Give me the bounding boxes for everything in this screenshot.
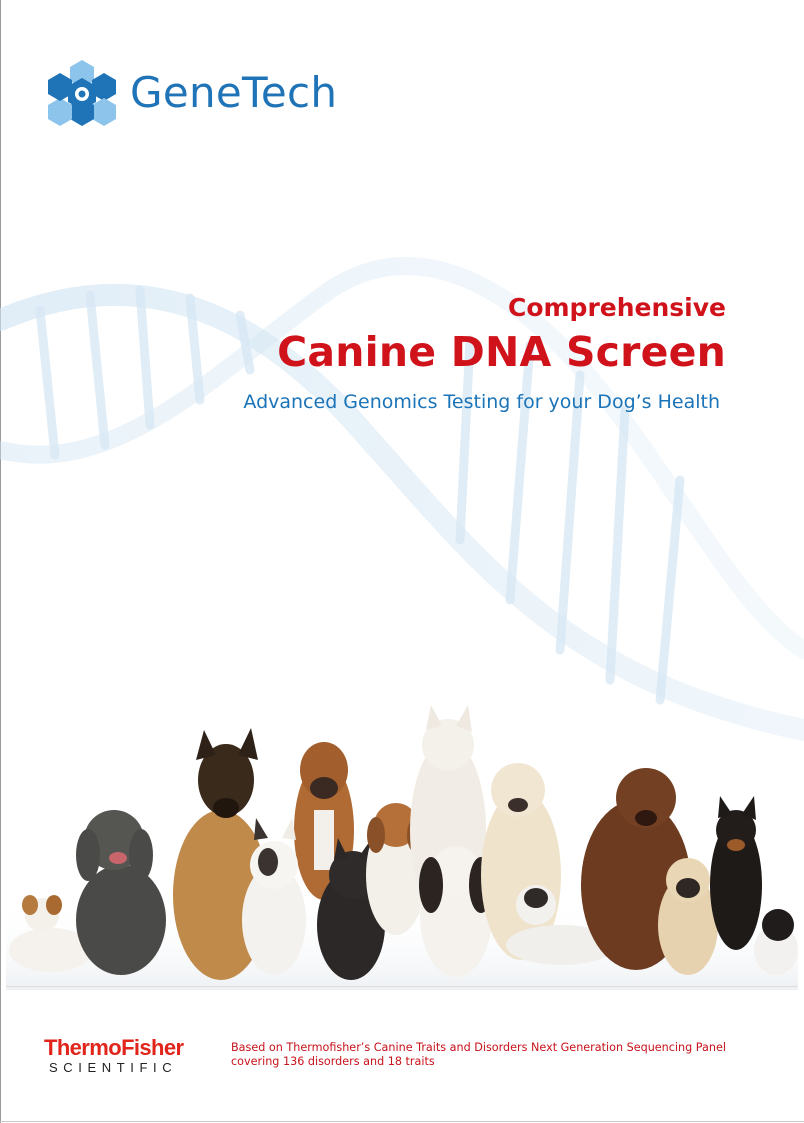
cover-subtitle: Comprehensive [507, 293, 726, 322]
dog-pinscher [710, 796, 762, 950]
thermofisher-logo: ThermoFisher SCIENTIFIC [44, 1036, 214, 1076]
panel-note-line-1: Based on Thermofisher’s Canine Traits an… [231, 1041, 726, 1054]
cover-tagline: Advanced Genomics Testing for your Dog’s… [243, 391, 720, 413]
panel-note-line-2: covering 136 disorders and 18 traits [231, 1055, 435, 1068]
dog-pug [658, 858, 718, 975]
dogs-group-photo [6, 705, 798, 990]
photo-bottom-edge [6, 986, 798, 987]
cover-title: Canine DNA Screen [277, 328, 726, 376]
thermofisher-scientific: SCIENTIFIC [49, 1060, 178, 1075]
brochure-cover: GeneTech Comprehensive Canine DNA Screen… [0, 0, 804, 1123]
brand-name: GeneTech [130, 68, 338, 117]
page-edge-bottom [0, 1121, 804, 1122]
dog-poodle [76, 810, 166, 975]
genetech-logo: GeneTech [44, 58, 344, 128]
thermofisher-wordmark: ThermoFisher [44, 1035, 184, 1060]
hexagon-logo-icon [48, 60, 116, 126]
panel-note: Based on Thermofisher’s Canine Traits an… [231, 1041, 751, 1069]
